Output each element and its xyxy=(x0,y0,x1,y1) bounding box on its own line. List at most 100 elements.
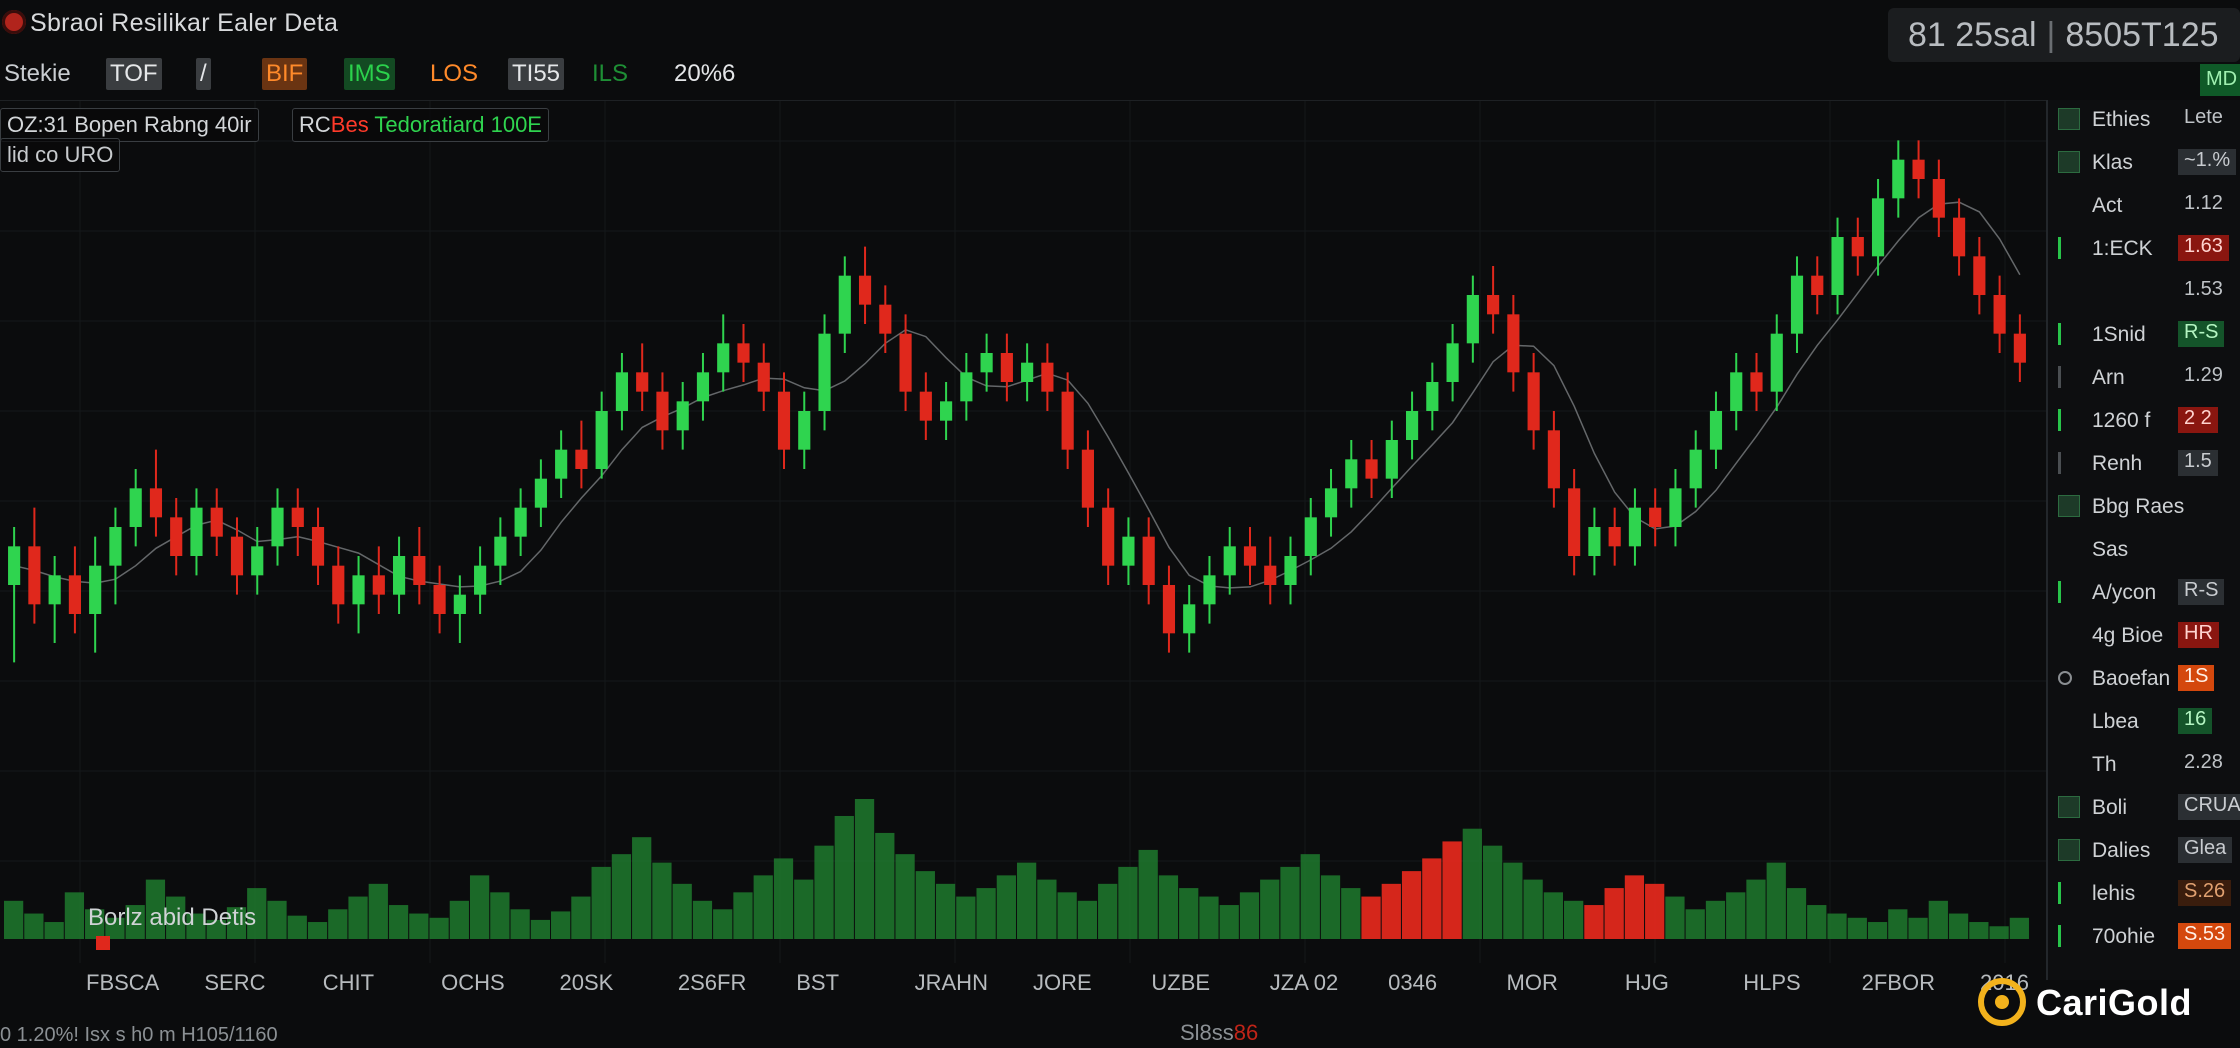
toolbar-button-los[interactable]: LOS xyxy=(426,58,482,90)
watchlist-row[interactable]: A/ycon R-S xyxy=(2048,577,2240,607)
watchlist-row[interactable]: 1Snid R-S xyxy=(2048,319,2240,349)
volume-bar xyxy=(307,922,328,939)
volume-bar xyxy=(1685,909,1705,939)
radio-icon[interactable] xyxy=(2058,671,2072,685)
watchlist-row[interactable]: Boli CRUA xyxy=(2048,792,2240,822)
legend-b-green: Tedoratiard 100E xyxy=(374,112,542,137)
candle-body xyxy=(1588,527,1601,556)
watchlist-label: 4g Bioe xyxy=(2092,624,2164,647)
watchlist-label: Renh xyxy=(2092,452,2143,475)
volume-bar xyxy=(1928,900,1948,939)
volume-marker xyxy=(96,936,110,950)
toolbar-button-bif[interactable]: BIF xyxy=(262,58,308,90)
toolbar-button-percent[interactable]: 20%6 xyxy=(670,58,739,90)
watchlist-label: Sas xyxy=(2092,538,2129,561)
watchlist-row[interactable]: Bbg Raes xyxy=(2048,491,2240,521)
watchlist-row[interactable]: Ethies Lete xyxy=(2048,104,2240,134)
volume-bar xyxy=(875,832,895,939)
candle-body xyxy=(1365,459,1378,479)
candle-body xyxy=(1345,459,1358,489)
watchlist-row[interactable]: Renh 1.5 xyxy=(2048,448,2240,478)
toolbar-button-tof[interactable]: TOF xyxy=(106,58,162,90)
watchlist-row[interactable]: 70ohie S.53 xyxy=(2048,921,2240,951)
watchlist-row[interactable]: Lbea 16 xyxy=(2048,706,2240,736)
volume-bar xyxy=(1037,879,1057,939)
volume-bar xyxy=(1361,896,1381,939)
candle-body xyxy=(311,527,325,566)
watchlist-row[interactable]: 1260 f 2 2 xyxy=(2048,405,2240,435)
candle-body xyxy=(777,391,791,450)
watchlist-value: 1.53 xyxy=(2184,278,2223,300)
volume-bar xyxy=(64,892,85,939)
watchlist-row[interactable]: Act 1.12 xyxy=(2048,190,2240,220)
watchlist-value: S.26 xyxy=(2178,880,2232,906)
row-indicator-icon[interactable] xyxy=(2058,581,2080,603)
md-badge[interactable]: MD xyxy=(2200,64,2240,96)
watchlist-label: Arn xyxy=(2092,366,2125,389)
volume-bar xyxy=(713,909,733,939)
logo-text: CariGold xyxy=(2036,982,2193,1023)
row-indicator-icon[interactable] xyxy=(2058,925,2080,947)
toolbar-button-ti55[interactable]: TI55 xyxy=(508,58,565,90)
watchlist-label: Bbg Raes xyxy=(2092,495,2185,518)
volume-bar xyxy=(996,875,1016,939)
watchlist-row[interactable]: 1:ECK 1.63 xyxy=(2048,233,2240,263)
watchlist-row[interactable]: 4g Bioe HR xyxy=(2048,620,2240,650)
volume-bar xyxy=(1482,845,1503,939)
row-indicator-icon[interactable] xyxy=(2058,882,2080,904)
x-tick-label: HJG xyxy=(1624,970,1669,995)
row-indicator-icon[interactable] xyxy=(2058,495,2080,517)
readout-separator: | xyxy=(2046,16,2056,54)
candlestick-chart[interactable] xyxy=(0,101,2046,963)
legend-indicator-c[interactable]: lid co URO xyxy=(0,138,121,172)
watchlist-row[interactable]: 1.53 xyxy=(2048,276,2240,306)
watchlist-row[interactable]: Th 2.28 xyxy=(2048,749,2240,779)
row-indicator-icon[interactable] xyxy=(2058,452,2080,474)
toolbar-button-draw[interactable]: / xyxy=(196,58,211,90)
price-chart[interactable] xyxy=(0,100,2046,963)
watchlist-row[interactable]: Baoefan 1S xyxy=(2048,663,2240,693)
volume-bar xyxy=(469,875,490,939)
toolbar-button-ims[interactable]: IMS xyxy=(344,58,395,90)
row-indicator-icon[interactable] xyxy=(2058,839,2080,861)
watchlist-row[interactable]: Sas xyxy=(2048,534,2240,564)
candle-body xyxy=(413,556,426,585)
x-axis: FBSCA SERC CHIT OCHS 20SK 2S6FR BST JRAHN JORE UZ… xyxy=(0,970,2046,1000)
volume-bar xyxy=(1503,862,1523,939)
volume-bar xyxy=(1158,875,1179,939)
footer-mid: Sl8ss86 xyxy=(1180,1020,1258,1046)
x-tick-label: FBSCA xyxy=(86,970,160,995)
candle-body xyxy=(717,343,730,373)
watchlist-row[interactable]: Klas ~1.% xyxy=(2048,147,2240,177)
volume-bar xyxy=(388,905,409,939)
volume-bar xyxy=(429,917,449,939)
symbol-label[interactable]: Stekie xyxy=(0,58,75,90)
candle-body xyxy=(1203,575,1216,605)
candle-body xyxy=(1466,295,1479,344)
row-indicator-icon[interactable] xyxy=(2058,108,2080,130)
watchlist-value: Lete xyxy=(2184,106,2223,128)
volume-bar xyxy=(1604,888,1624,939)
row-indicator-icon[interactable] xyxy=(2058,409,2080,431)
volume-bar xyxy=(1462,828,1482,939)
volume-bar xyxy=(267,900,287,939)
legend-indicator-b[interactable]: RCBes Tedoratiard 100E xyxy=(292,108,549,142)
volume-bar xyxy=(1422,858,1442,939)
row-indicator-icon[interactable] xyxy=(2058,323,2080,345)
volume-bar xyxy=(1017,862,1037,939)
row-indicator-icon[interactable] xyxy=(2058,796,2080,818)
row-indicator-icon[interactable] xyxy=(2058,366,2080,388)
watchlist-row[interactable]: Dalies Glea xyxy=(2048,835,2240,865)
watchlist-row[interactable]: Arn 1.29 xyxy=(2048,362,2240,392)
right-panel: Ethies Lete Klas ~1.% Act 1.12 1:ECK 1.63 1.53 1S… xyxy=(2046,100,2240,980)
toolbar-button-ils[interactable]: ILS xyxy=(588,58,632,90)
volume-bar xyxy=(794,879,814,939)
volume-bar xyxy=(1543,892,1564,939)
row-indicator-icon[interactable] xyxy=(2058,237,2080,259)
watchlist-row[interactable]: lehis S.26 xyxy=(2048,878,2240,908)
candle-body xyxy=(1183,604,1196,634)
candle-body xyxy=(1142,536,1155,585)
row-indicator-icon[interactable] xyxy=(2058,151,2080,173)
candle-body xyxy=(1304,517,1317,556)
legend-indicator-a[interactable]: OZ:31 Bopen Rabng 40ir xyxy=(0,108,259,142)
